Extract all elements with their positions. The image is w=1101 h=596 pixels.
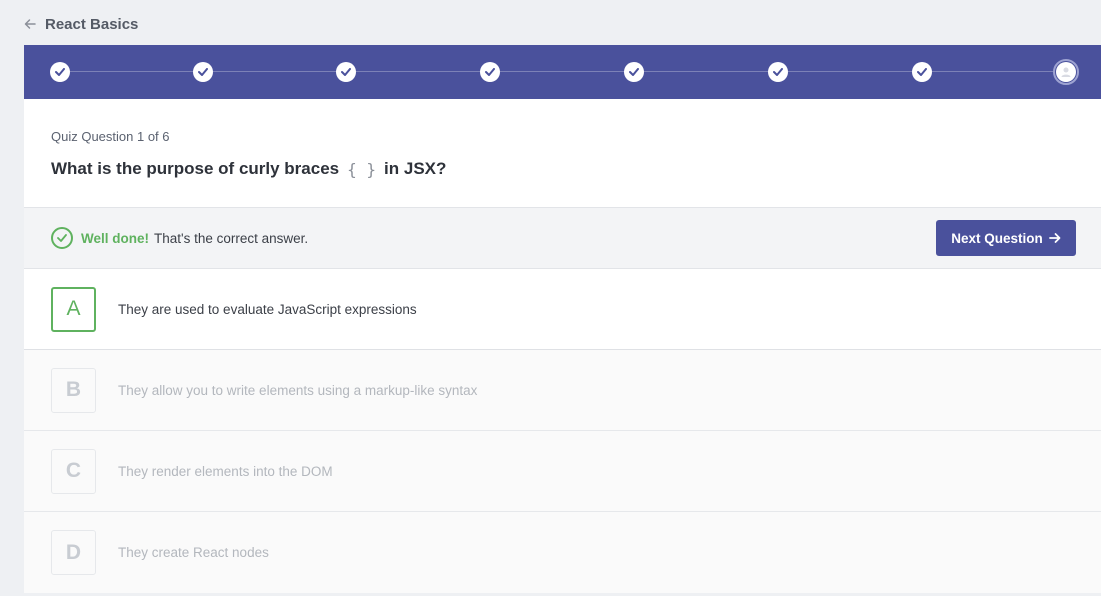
question-code: { } — [347, 159, 377, 179]
progress-step-completed[interactable] — [912, 62, 932, 82]
question-header: Quiz Question 1 of 6 What is the purpose… — [24, 99, 1101, 207]
feedback-bar: Well done! That's the correct answer. Ne… — [24, 207, 1101, 269]
progress-step-completed[interactable] — [50, 62, 70, 82]
progress-step-completed[interactable] — [624, 62, 644, 82]
question-counter: Quiz Question 1 of 6 — [51, 129, 170, 144]
option-text: They allow you to write elements using a… — [118, 382, 478, 398]
check-icon — [198, 68, 208, 76]
answer-option-c[interactable]: C They render elements into the DOM — [24, 431, 1101, 512]
progress-step-completed[interactable] — [768, 62, 788, 82]
feedback-message: That's the correct answer. — [154, 230, 309, 246]
course-title: React Basics — [45, 15, 139, 33]
answer-option-b[interactable]: B They allow you to write elements using… — [24, 350, 1101, 431]
option-letter: D — [51, 530, 96, 575]
check-icon — [629, 68, 639, 76]
progress-step-current[interactable] — [1053, 59, 1079, 85]
check-icon — [55, 68, 65, 76]
back-link[interactable]: React Basics — [24, 13, 138, 35]
user-icon — [1061, 67, 1071, 77]
check-icon — [485, 68, 495, 76]
option-letter: B — [51, 367, 96, 413]
check-icon — [341, 68, 351, 76]
check-icon — [773, 68, 783, 76]
option-letter: A — [51, 286, 96, 332]
question-text-start: What is the purpose of curly braces — [51, 159, 340, 178]
progress-step-completed[interactable] — [336, 62, 356, 82]
progress-step-completed[interactable] — [193, 62, 213, 82]
option-text: They are used to evaluate JavaScript exp… — [118, 301, 417, 317]
arrow-right-icon — [1048, 233, 1061, 243]
progress-bar — [24, 45, 1101, 99]
check-icon — [917, 68, 927, 76]
arrow-left-icon — [24, 19, 36, 29]
next-question-button[interactable]: Next Question — [936, 220, 1076, 256]
answer-option-a[interactable]: A They are used to evaluate JavaScript e… — [24, 269, 1101, 350]
check-circle-icon — [51, 227, 73, 249]
answer-option-d[interactable]: D They create React nodes — [24, 512, 1101, 593]
next-question-label: Next Question — [951, 230, 1043, 246]
quiz-card: Quiz Question 1 of 6 What is the purpose… — [24, 45, 1101, 593]
question-text-end: in JSX? — [384, 159, 447, 178]
option-text: They render elements into the DOM — [118, 463, 333, 479]
feedback-title: Well done! — [81, 230, 150, 246]
option-text: They create React nodes — [118, 545, 269, 560]
option-letter: C — [51, 448, 96, 494]
progress-step-completed[interactable] — [480, 62, 500, 82]
current-step-marker — [1056, 62, 1076, 82]
question-text: What is the purpose of curly braces { } … — [51, 159, 1074, 179]
